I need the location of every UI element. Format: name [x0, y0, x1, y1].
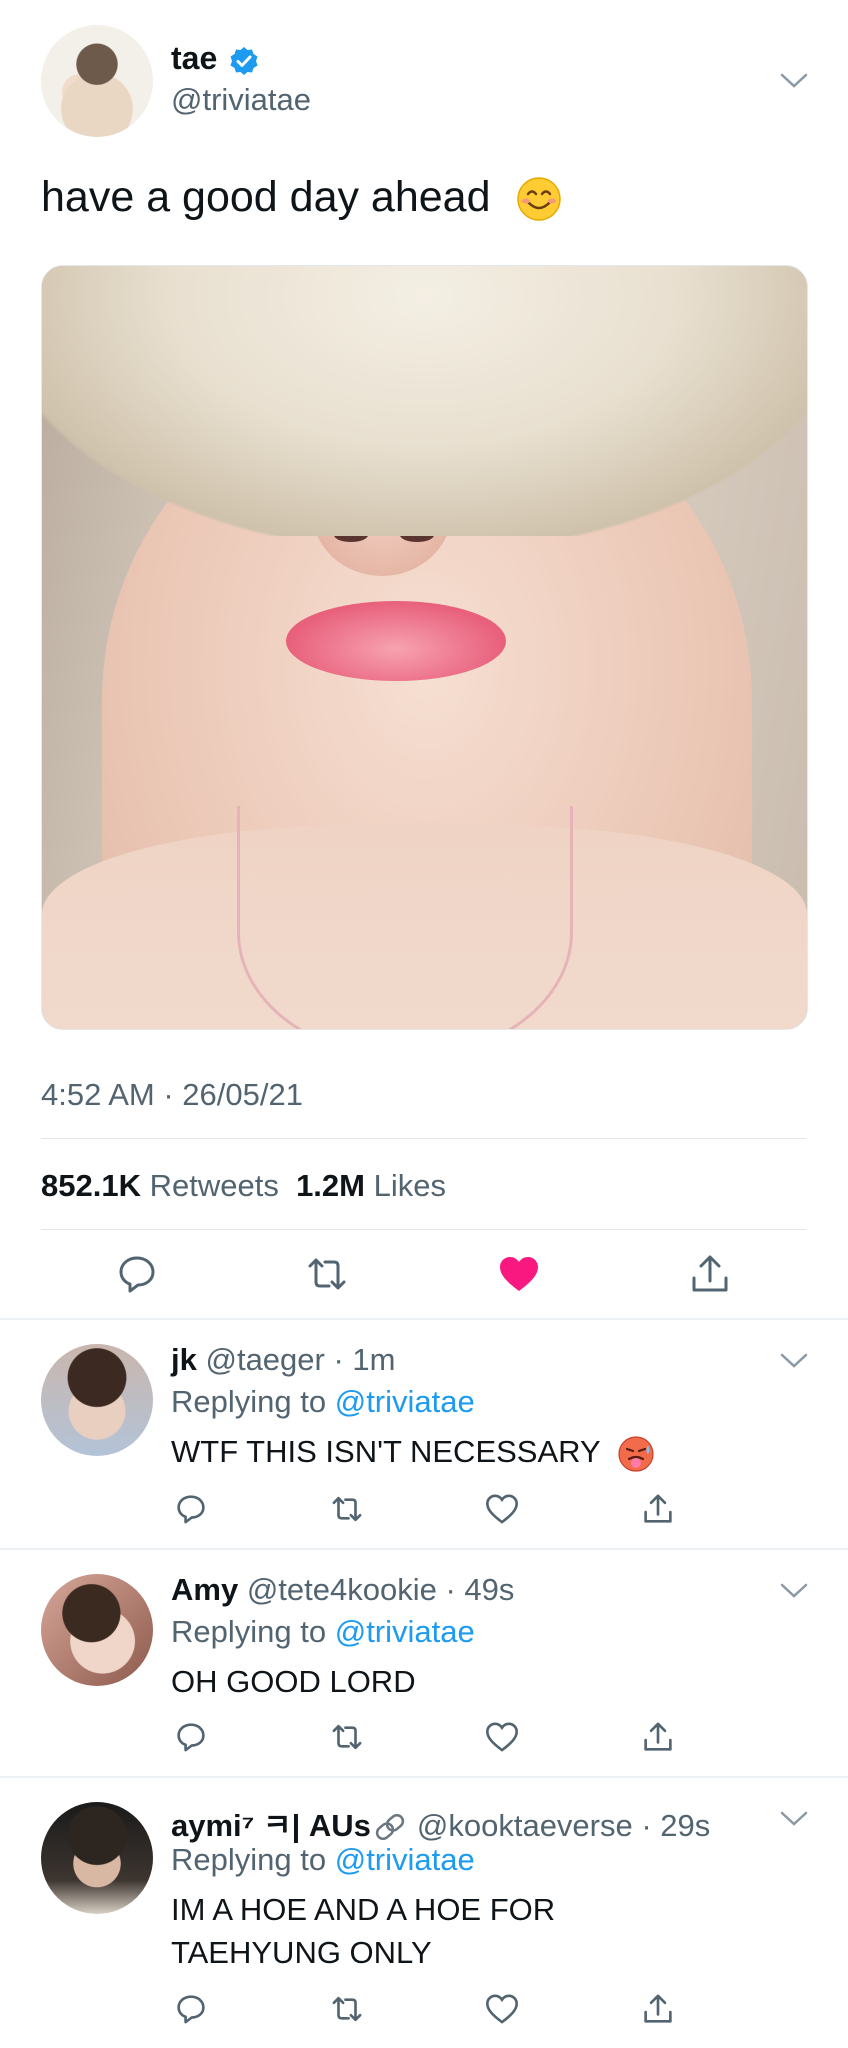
- reply-handle[interactable]: @taeger: [205, 1342, 324, 1377]
- likes-count[interactable]: 1.2M: [296, 1168, 365, 1203]
- avatar[interactable]: [41, 1344, 153, 1456]
- reply-author[interactable]: aymi⁷ ㅋ| AUs @kooktaeverse · 29s: [171, 1800, 710, 1845]
- reply-name[interactable]: jk: [171, 1342, 197, 1377]
- reply-handle[interactable]: @tete4kookie: [247, 1572, 437, 1607]
- share-icon[interactable]: [641, 1492, 675, 1526]
- reply-icon[interactable]: [174, 1720, 208, 1754]
- reply-time: · 29s: [641, 1808, 711, 1843]
- retweets-count[interactable]: 852.1K: [41, 1168, 141, 1203]
- chevron-down-icon[interactable]: [780, 72, 808, 90]
- tweet-stats: 852.1K Retweets 1.2M Likes: [41, 1168, 446, 1204]
- reply-time: · 1m: [333, 1342, 396, 1377]
- reply-text-content: WTF THIS ISN'T NECESSARY: [171, 1434, 601, 1469]
- reply-text: WTF THIS ISN'T NECESSARY: [171, 1430, 655, 1473]
- smile-emoji-icon: [516, 176, 562, 222]
- link-icon: [373, 1812, 407, 1842]
- verified-badge-icon: [229, 46, 259, 76]
- replying-prefix: Replying to: [171, 1842, 327, 1877]
- replying-mention[interactable]: @triviatae: [335, 1384, 475, 1419]
- reply-name[interactable]: aymi⁷ ㅋ| AUs: [171, 1808, 371, 1843]
- reply-text: IM A HOE AND A HOE FOR TAEHYUNG ONLY: [171, 1888, 555, 1974]
- reply-name[interactable]: Amy: [171, 1572, 238, 1607]
- reply-icon[interactable]: [174, 1492, 208, 1526]
- retweet-icon[interactable]: [305, 1252, 349, 1296]
- replying-prefix: Replying to: [171, 1384, 327, 1419]
- reply-author[interactable]: jk @taeger · 1m: [171, 1342, 395, 1378]
- hot-face-emoji-icon: [617, 1435, 655, 1473]
- reply-tweet[interactable]: aymi⁷ ㅋ| AUs @kooktaeverse · 29s Replying…: [0, 1778, 848, 2048]
- avatar[interactable]: [41, 25, 153, 137]
- reply-tweet[interactable]: Amy @tete4kookie · 49s Replying to @triv…: [0, 1550, 848, 1776]
- like-icon[interactable]: [485, 1720, 519, 1754]
- like-icon[interactable]: [497, 1252, 541, 1296]
- chevron-down-icon[interactable]: [780, 1582, 808, 1600]
- reply-tweet[interactable]: jk @taeger · 1m Replying to @triviatae W…: [0, 1320, 848, 1548]
- share-icon[interactable]: [641, 1720, 675, 1754]
- author-handle[interactable]: @triviatae: [171, 82, 311, 118]
- avatar[interactable]: [41, 1802, 153, 1914]
- replying-to: Replying to @triviatae: [171, 1384, 475, 1420]
- reply-text-line: TAEHYUNG ONLY: [171, 1935, 432, 1970]
- chevron-down-icon[interactable]: [780, 1810, 808, 1828]
- tweet-text: have a good day ahead: [41, 173, 491, 221]
- divider: [41, 1138, 806, 1139]
- replying-to: Replying to @triviatae: [171, 1842, 475, 1878]
- tweet-photo[interactable]: [41, 265, 808, 1030]
- retweet-icon[interactable]: [330, 1492, 364, 1526]
- reply-handle[interactable]: @kooktaeverse: [417, 1808, 633, 1843]
- divider: [41, 1229, 806, 1230]
- retweet-icon[interactable]: [330, 1720, 364, 1754]
- tweet-timestamp[interactable]: 4:52 AM · 26/05/21: [41, 1077, 303, 1113]
- replying-prefix: Replying to: [171, 1614, 327, 1649]
- chevron-down-icon[interactable]: [780, 1352, 808, 1370]
- like-icon[interactable]: [485, 1492, 519, 1526]
- retweets-label[interactable]: Retweets: [150, 1168, 279, 1203]
- reply-text: OH GOOD LORD: [171, 1664, 416, 1699]
- reply-time: · 49s: [445, 1572, 515, 1607]
- retweet-icon[interactable]: [330, 1992, 364, 2026]
- author-name[interactable]: tae: [171, 40, 217, 77]
- reply-icon[interactable]: [115, 1252, 159, 1296]
- replying-mention[interactable]: @triviatae: [335, 1842, 475, 1877]
- reply-text-line: IM A HOE AND A HOE FOR: [171, 1892, 556, 1927]
- likes-label[interactable]: Likes: [374, 1168, 446, 1203]
- replying-mention[interactable]: @triviatae: [335, 1614, 475, 1649]
- avatar[interactable]: [41, 1574, 153, 1686]
- reply-icon[interactable]: [174, 1992, 208, 2026]
- share-icon[interactable]: [688, 1252, 732, 1296]
- share-icon[interactable]: [641, 1992, 675, 2026]
- replying-to: Replying to @triviatae: [171, 1614, 475, 1650]
- reply-author[interactable]: Amy @tete4kookie · 49s: [171, 1572, 514, 1608]
- like-icon[interactable]: [485, 1992, 519, 2026]
